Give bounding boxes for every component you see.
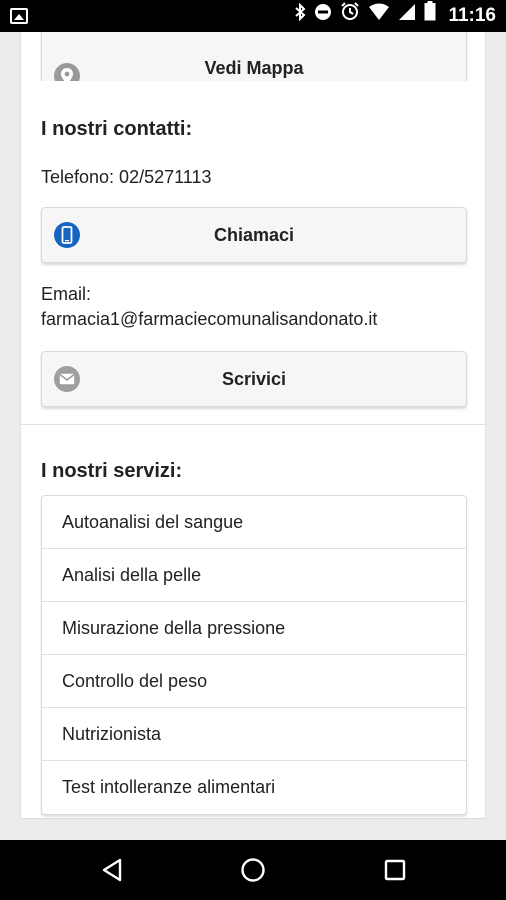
contacts-card: I nostri contatti: Telefono: 02/5271113 … xyxy=(20,81,486,425)
email-label: Email: xyxy=(41,284,92,304)
view-map-label: Vedi Mappa xyxy=(204,58,304,78)
bluetooth-icon xyxy=(294,0,306,32)
navigation-bar xyxy=(0,840,506,900)
back-icon[interactable] xyxy=(72,840,152,900)
email-address-text: farmacia1@farmaciecomunalisandonato.it xyxy=(41,309,378,329)
services-card: I nostri servizi: Autoanalisi del sangue… xyxy=(20,425,486,819)
services-title: I nostri servizi: xyxy=(41,460,183,482)
cellular-signal-icon xyxy=(398,0,416,32)
call-button[interactable]: Chiamaci xyxy=(41,207,467,263)
service-item-nutrizionista[interactable]: Nutrizionista xyxy=(42,708,466,761)
status-time: 11:16 xyxy=(448,5,496,26)
call-button-label: Chiamaci xyxy=(213,224,295,245)
alarm-icon xyxy=(340,0,360,32)
image-icon xyxy=(10,8,28,24)
status-icons: 11:16 xyxy=(294,0,496,32)
wifi-icon xyxy=(368,0,390,32)
mail-icon xyxy=(54,366,80,392)
service-item-autoanalisi[interactable]: Autoanalisi del sangue xyxy=(42,496,466,549)
screen: 11:16 Vedi Mappa I nostri contatti: Tele… xyxy=(0,0,506,900)
write-email-button[interactable]: Scrivici xyxy=(41,351,467,407)
contacts-title: I nostri contatti: xyxy=(41,118,193,140)
service-item-analisi-pelle[interactable]: Analisi della pelle xyxy=(42,549,466,602)
content-scroll-area[interactable]: Vedi Mappa I nostri contatti: Telefono: … xyxy=(0,32,506,840)
recents-icon[interactable] xyxy=(355,840,435,900)
battery-icon xyxy=(424,0,436,32)
write-button-label: Scrivici xyxy=(221,368,287,389)
service-item-controllo-peso[interactable]: Controllo del peso xyxy=(42,655,466,708)
phone-icon xyxy=(54,222,80,248)
services-list: Autoanalisi del sangue Analisi della pel… xyxy=(41,495,467,815)
phone-number-text: Telefono: 02/5271113 xyxy=(41,167,212,187)
status-bar: 11:16 xyxy=(0,0,506,32)
home-icon[interactable] xyxy=(213,840,293,900)
service-item-misurazione-pressione[interactable]: Misurazione della pressione xyxy=(42,602,466,655)
do-not-disturb-icon xyxy=(314,0,332,32)
service-item-test-intolleranze[interactable]: Test intolleranze alimentari xyxy=(42,761,466,814)
